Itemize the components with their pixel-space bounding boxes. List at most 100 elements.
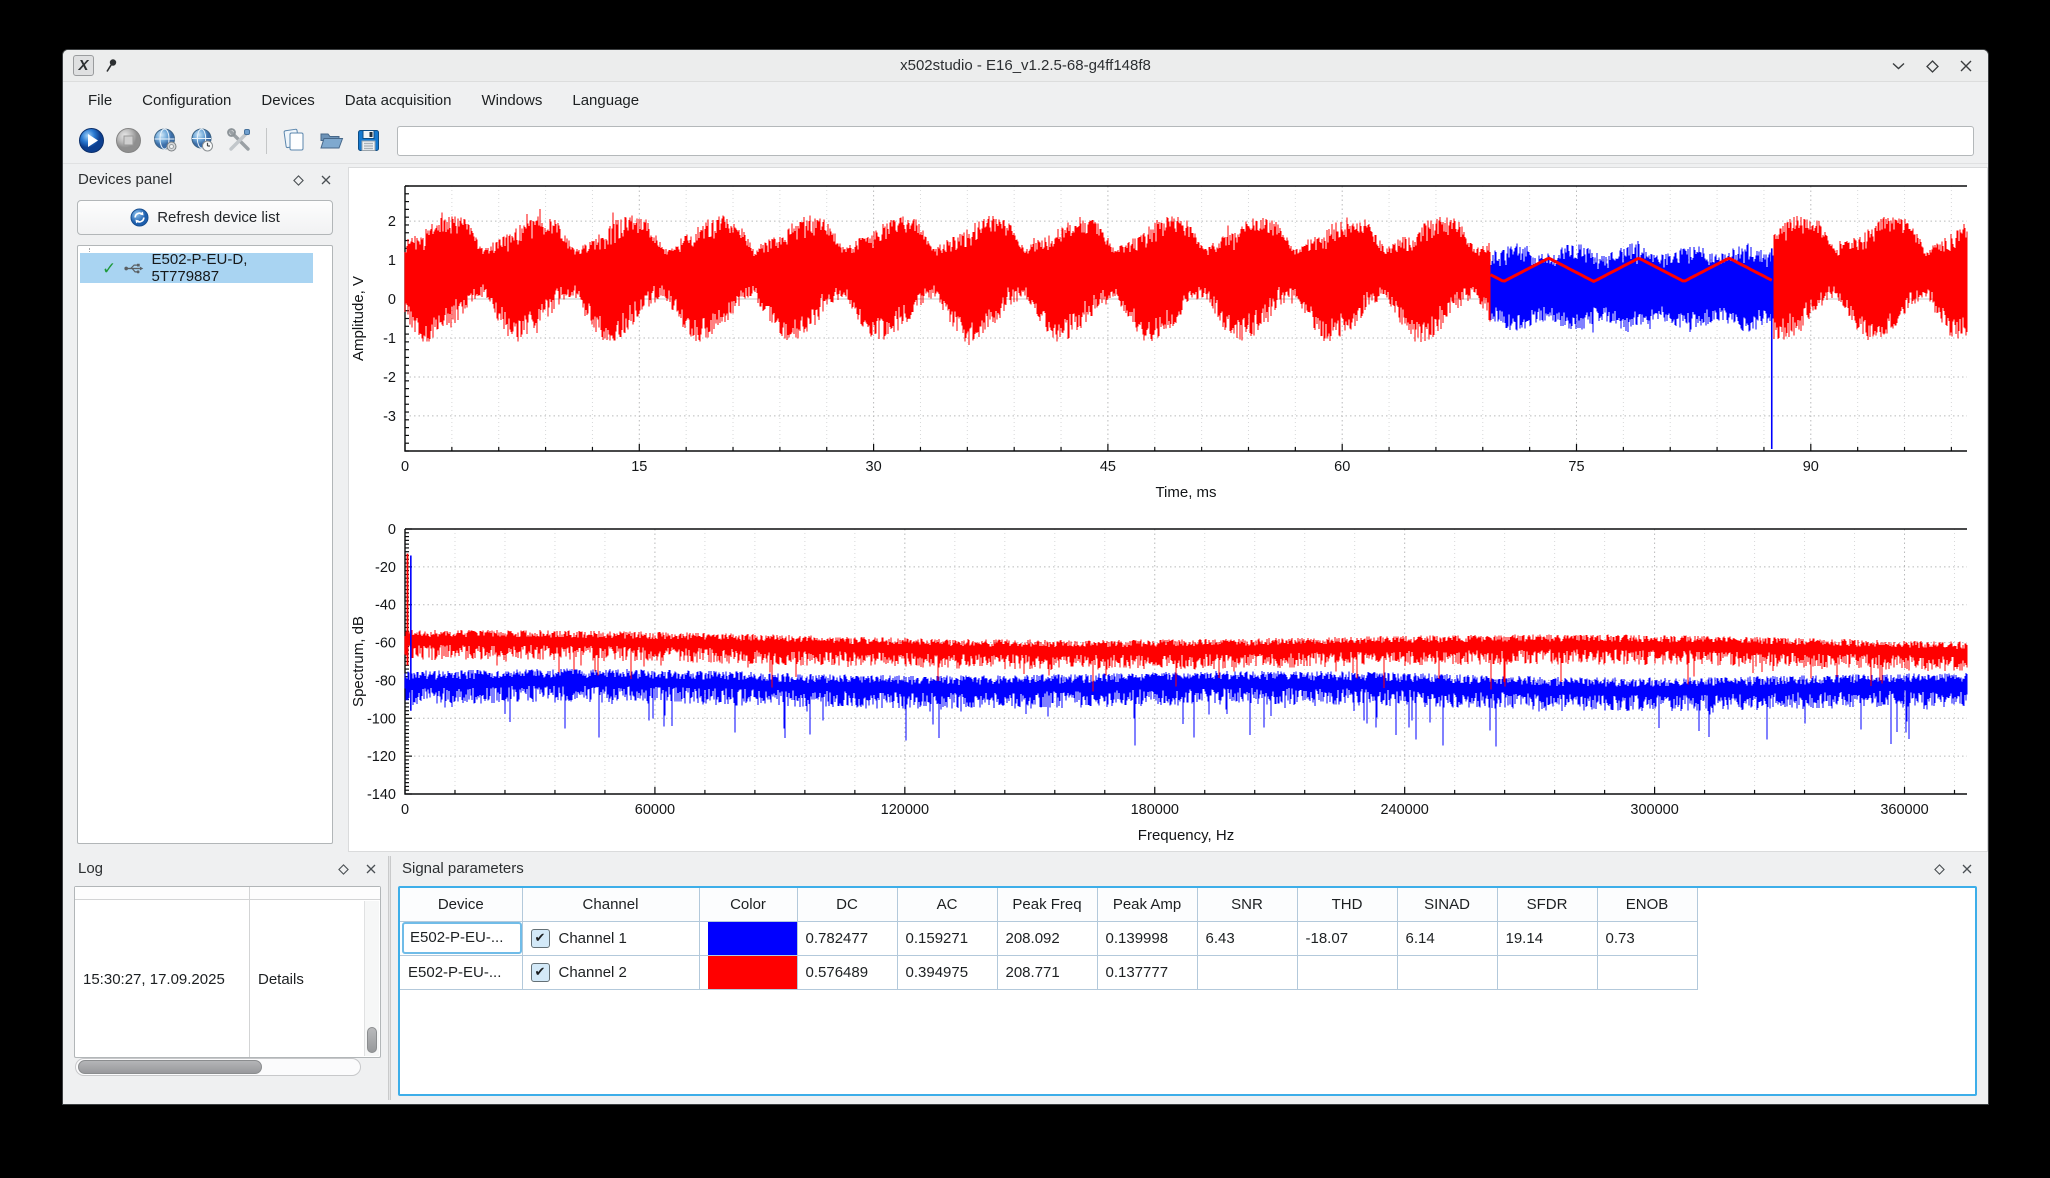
- window-shade-icon[interactable]: [1890, 58, 1906, 74]
- menu-language[interactable]: Language: [559, 87, 652, 115]
- peak-freq-cell: 208.092: [997, 921, 1097, 955]
- tools-icon[interactable]: [225, 127, 253, 155]
- window-titlebar[interactable]: X x502studio - E16_v1.2.5-68-g4ff148f8: [63, 50, 1988, 82]
- open-file-icon[interactable]: [317, 127, 345, 155]
- table-header-row: Device Channel Color DC AC Peak Freq Pea…: [400, 888, 1697, 921]
- refresh-device-list-button[interactable]: Refresh device list: [77, 200, 333, 235]
- save-file-icon[interactable]: [354, 127, 382, 155]
- channel-1-label: Channel 1: [559, 930, 627, 947]
- time-plot[interactable]: 0153045607590210-1-2-3Time, msAmplitude,…: [349, 167, 1989, 510]
- snr-cell: [1197, 955, 1297, 989]
- ac-cell: 0.394975: [897, 955, 997, 989]
- color-cell[interactable]: [699, 955, 797, 989]
- color-cell[interactable]: [699, 921, 797, 955]
- devices-panel-close-icon[interactable]: [319, 173, 333, 187]
- device-tree-item[interactable]: ✓ E502-P-EU-D, 5T779887: [80, 253, 313, 283]
- log-panel-float-icon[interactable]: [336, 862, 350, 876]
- log-panel-close-icon[interactable]: [364, 862, 378, 876]
- thd-cell: -18.07: [1297, 921, 1397, 955]
- channel-cell: ✔ Channel 2: [522, 955, 699, 989]
- svg-text:Amplitude, V: Amplitude, V: [350, 276, 367, 361]
- col-sfdr[interactable]: SFDR: [1497, 888, 1597, 921]
- log-panel: Log 15:30:27, 17.09.2025 Details: [69, 856, 386, 1100]
- log-horizontal-scrollbar[interactable]: [75, 1058, 361, 1076]
- svg-text:240000: 240000: [1380, 802, 1428, 818]
- window-title: x502studio - E16_v1.2.5-68-g4ff148f8: [63, 50, 1988, 82]
- desktop-background: X x502studio - E16_v1.2.5-68-g4ff148f8: [0, 0, 2050, 1178]
- window-maximize-icon[interactable]: [1924, 58, 1940, 74]
- svg-text:-3: -3: [383, 409, 396, 425]
- plots-panel: 0153045607590210-1-2-3Time, msAmplitude,…: [348, 167, 1988, 852]
- col-sinad[interactable]: SINAD: [1397, 888, 1497, 921]
- menu-windows[interactable]: Windows: [469, 87, 556, 115]
- col-color[interactable]: Color: [699, 888, 797, 921]
- menu-devices[interactable]: Devices: [248, 87, 327, 115]
- svg-text:-60: -60: [375, 636, 396, 652]
- sinad-cell: [1397, 955, 1497, 989]
- channel-2-color-swatch: [708, 956, 797, 989]
- svg-text:60: 60: [1334, 459, 1350, 475]
- svg-text:90: 90: [1803, 459, 1819, 475]
- log-entry-timestamp: 15:30:27, 17.09.2025: [83, 971, 225, 988]
- toolbar-separator: [266, 128, 267, 154]
- col-thd[interactable]: THD: [1297, 888, 1397, 921]
- col-device[interactable]: Device: [400, 888, 522, 921]
- spectrum-plot[interactable]: 0600001200001800002400003000003600000-20…: [349, 510, 1989, 853]
- svg-text:15: 15: [631, 459, 647, 475]
- toolbar-input[interactable]: [397, 126, 1974, 156]
- svg-text:120000: 120000: [881, 802, 929, 818]
- peak-freq-cell: 208.771: [997, 955, 1097, 989]
- svg-text:0: 0: [388, 522, 396, 538]
- devices-panel-title: Devices panel: [78, 171, 172, 188]
- log-table-header: [75, 887, 380, 900]
- signal-panel-close-icon[interactable]: [1960, 862, 1974, 876]
- devices-panel: Devices panel: [69, 167, 341, 852]
- col-snr[interactable]: SNR: [1197, 888, 1297, 921]
- log-vertical-scrollbar-thumb[interactable]: [367, 1027, 377, 1053]
- signal-panel-float-icon[interactable]: [1932, 862, 1946, 876]
- svg-text:0: 0: [388, 292, 396, 308]
- network-settings-icon[interactable]: [188, 127, 216, 155]
- svg-text:-20: -20: [375, 560, 396, 576]
- ac-cell: 0.159271: [897, 921, 997, 955]
- svg-text:2: 2: [388, 214, 396, 230]
- network-discover-icon[interactable]: [151, 127, 179, 155]
- channel-2-checkbox[interactable]: ✔: [531, 963, 550, 982]
- log-entry-details[interactable]: Details: [258, 971, 304, 988]
- peak-amp-cell: 0.137777: [1097, 955, 1197, 989]
- col-ac[interactable]: AC: [897, 888, 997, 921]
- col-enob[interactable]: ENOB: [1597, 888, 1697, 921]
- devices-panel-header: Devices panel: [69, 167, 341, 195]
- channel-1-checkbox[interactable]: ✔: [531, 929, 550, 948]
- menu-file[interactable]: File: [75, 87, 125, 115]
- col-dc[interactable]: DC: [797, 888, 897, 921]
- stop-acquisition-button[interactable]: [114, 127, 142, 155]
- svg-text:360000: 360000: [1880, 802, 1928, 818]
- window-close-icon[interactable]: [1958, 58, 1974, 74]
- log-horizontal-scrollbar-thumb[interactable]: [78, 1060, 262, 1074]
- device-cell[interactable]: E502-P-EU-...: [400, 921, 522, 955]
- log-panel-title: Log: [78, 860, 103, 877]
- svg-text:75: 75: [1568, 459, 1584, 475]
- panel-splitter[interactable]: [388, 856, 391, 1100]
- log-vertical-scrollbar[interactable]: [364, 901, 379, 1056]
- start-acquisition-button[interactable]: [77, 127, 105, 155]
- svg-text:180000: 180000: [1131, 802, 1179, 818]
- svg-text:-120: -120: [367, 749, 396, 765]
- peak-amp-cell: 0.139998: [1097, 921, 1197, 955]
- signal-table-frame: Device Channel Color DC AC Peak Freq Pea…: [398, 886, 1977, 1096]
- svg-text:-100: -100: [367, 711, 396, 727]
- menu-configuration[interactable]: Configuration: [129, 87, 244, 115]
- svg-text:45: 45: [1100, 459, 1116, 475]
- menu-data-acquisition[interactable]: Data acquisition: [332, 87, 465, 115]
- copy-data-icon[interactable]: [280, 127, 308, 155]
- device-cell[interactable]: E502-P-EU-...: [400, 955, 522, 989]
- col-peak-freq[interactable]: Peak Freq: [997, 888, 1097, 921]
- col-peak-amp[interactable]: Peak Amp: [1097, 888, 1197, 921]
- dc-cell: 0.576489: [797, 955, 897, 989]
- refresh-icon: [130, 208, 149, 227]
- devices-panel-float-icon[interactable]: [291, 173, 305, 187]
- enob-cell: 0.73: [1597, 921, 1697, 955]
- col-channel[interactable]: Channel: [522, 888, 699, 921]
- sfdr-cell: 19.14: [1497, 921, 1597, 955]
